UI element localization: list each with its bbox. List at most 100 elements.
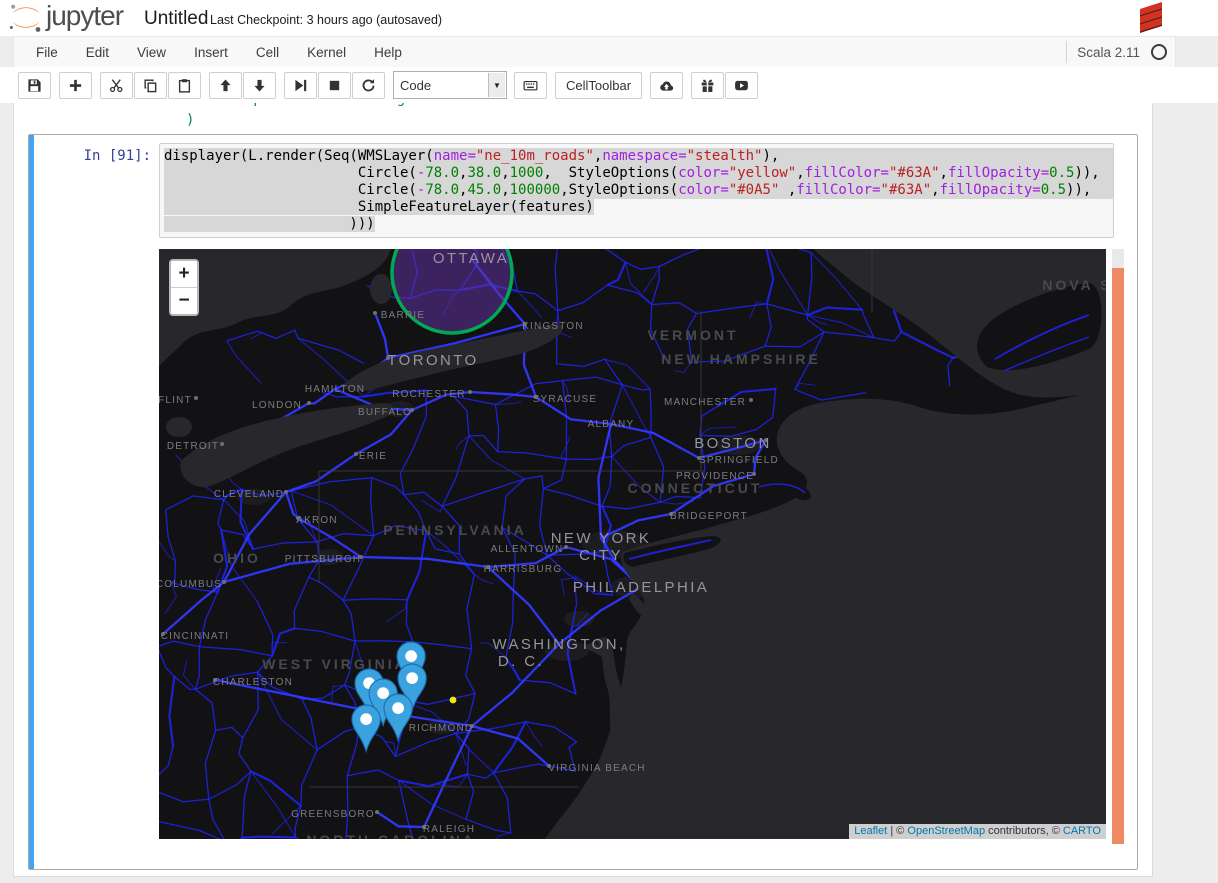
toolbar-group: [650, 72, 684, 99]
cell-output-row: OTTAWABARRIEKINGSTONTORONTOHAMILTONLONDO…: [29, 249, 1137, 844]
menu-insert[interactable]: Insert: [180, 38, 242, 67]
paste-cells-icon: [177, 78, 192, 93]
menu-cell[interactable]: Cell: [242, 38, 293, 67]
map-label: CLEVELAND: [214, 489, 284, 500]
map-label: GREENSBORO: [291, 809, 375, 820]
cell-type-select[interactable]: Code ▼: [393, 71, 507, 99]
output-scrollbar: [1112, 249, 1124, 844]
checkpoint-status: Last Checkpoint: 3 hours ago (autosaved): [210, 13, 442, 27]
map-label: CHARLESTON: [213, 677, 293, 688]
attribution-text: | ©: [887, 825, 907, 837]
toolbar-group: [691, 72, 759, 99]
map-label: RICHMOND: [409, 723, 474, 734]
map-label: SPRINGFIELD: [699, 455, 779, 466]
copy-cells-button[interactable]: [134, 72, 167, 99]
map-label: BARRIE: [381, 310, 425, 321]
selected-code-cell[interactable]: In [91]: displayer(L.render(Seq(WMSLayer…: [28, 134, 1138, 870]
map-label: ALLENTOWN: [491, 544, 564, 555]
map-label: NORTH CAROLINA: [306, 832, 476, 839]
menu-help[interactable]: Help: [360, 38, 416, 67]
toolbar-group: [209, 72, 277, 99]
map-label: PHILADELPHIA: [573, 579, 709, 596]
paste-cells-button[interactable]: [168, 72, 201, 99]
leaflet-map[interactable]: OTTAWABARRIEKINGSTONTORONTOHAMILTONLONDO…: [159, 249, 1106, 839]
previous-cell-output: ScalaSimpleFeature:catalog:7001221756828…: [14, 103, 1152, 134]
cell-type-value: Code: [394, 78, 431, 93]
zoom-out-button[interactable]: −: [171, 288, 197, 314]
code-line: SimpleFeatureLayer(features): [164, 199, 1113, 216]
cell-input-row: In [91]: displayer(L.render(Seq(WMSLayer…: [29, 135, 1137, 238]
map-label: ERIE: [359, 451, 387, 462]
cut-cells-button[interactable]: [100, 72, 133, 99]
notebook-title[interactable]: Untitled: [144, 8, 208, 30]
map-label: DETROIT: [167, 441, 219, 452]
chevron-down-icon[interactable]: ▼: [488, 73, 505, 97]
code-editor[interactable]: displayer(L.render(Seq(WMSLayer(name="ne…: [159, 143, 1114, 238]
move-cell-down-icon: [252, 78, 267, 93]
toolbar-group: CellToolbar: [555, 72, 643, 99]
gift-icon: [700, 78, 715, 93]
zoom-in-button[interactable]: +: [171, 261, 197, 288]
map-label: PENNSYLVANIA: [383, 522, 527, 538]
move-cell-up-button[interactable]: [209, 72, 242, 99]
code-line: ))): [164, 216, 1113, 233]
cloud-upload-icon: [659, 78, 674, 93]
render-circle-small: [450, 697, 457, 704]
carto-link[interactable]: CARTO: [1063, 825, 1101, 837]
map-label: BUFFALO: [358, 407, 412, 418]
map-label: HARRISBURG: [484, 564, 563, 575]
menu-edit[interactable]: Edit: [72, 38, 123, 67]
add-cell-button[interactable]: [59, 72, 92, 99]
restart-kernel-button[interactable]: [352, 72, 385, 99]
map-label: ALBANY: [588, 419, 635, 430]
map-label: AKRON: [296, 515, 338, 526]
interrupt-kernel-button[interactable]: [318, 72, 351, 99]
map-label: COLUMBUS: [159, 579, 222, 590]
map-label: NEW HAMPSHIRE: [661, 351, 821, 367]
map-label: VIRGINIA BEACH: [548, 763, 645, 774]
menu-file[interactable]: File: [22, 38, 72, 67]
leaflet-link[interactable]: Leaflet: [854, 825, 887, 837]
menu-kernel[interactable]: Kernel: [293, 38, 360, 67]
save-icon: [27, 78, 42, 93]
toolbar-group: [18, 72, 52, 99]
toolbar: Code ▼ CellToolbar: [18, 71, 766, 99]
toolbar-group: [284, 72, 386, 99]
toolbar-group: [59, 72, 93, 99]
add-cell-icon: [68, 78, 83, 93]
keyboard-shortcuts-button[interactable]: [514, 72, 547, 99]
copy-cells-icon: [143, 78, 158, 93]
code-line: displayer(L.render(Seq(WMSLayer(name="ne…: [164, 148, 1113, 165]
map-label: LONDON: [252, 400, 302, 411]
output-scrollbar-thumb[interactable]: [1112, 268, 1124, 844]
save-button[interactable]: [18, 72, 51, 99]
move-cell-down-button[interactable]: [243, 72, 276, 99]
map-label: VERMONT: [648, 327, 739, 343]
openstreetmap-link[interactable]: OpenStreetMap: [907, 825, 985, 837]
notebook-header: jupyter Untitled Last Checkpoint: 3 hour…: [0, 0, 1218, 36]
kernel-idle-icon: [1151, 44, 1167, 60]
cell-toolbar-button[interactable]: CellToolbar: [555, 72, 642, 99]
gift-button[interactable]: [691, 72, 724, 99]
restart-kernel-icon: [361, 78, 376, 93]
video-button[interactable]: [725, 72, 758, 99]
video-icon: [734, 78, 749, 93]
code-line: Circle(-78.0,45.0,100000,StyleOptions(co…: [164, 182, 1113, 199]
clipped-output-text: ScalaSimpleFeature:catalog:7001221756828…: [186, 103, 565, 108]
menu-view[interactable]: View: [123, 38, 180, 67]
cloud-upload-button[interactable]: [650, 72, 683, 99]
map-label: CITY: [579, 547, 623, 564]
jupyter-logo-icon[interactable]: [8, 2, 44, 34]
jupyter-wordmark[interactable]: jupyter: [46, 0, 123, 32]
map-label: ROCHESTER: [392, 389, 466, 400]
map-label: PITTSBURGH: [285, 554, 361, 565]
keyboard-shortcuts-icon: [523, 78, 538, 93]
attribution-text: contributors, ©: [985, 825, 1063, 837]
map-label: BRIDGEPORT: [670, 511, 748, 522]
map-label: WEST VIRGINIA: [262, 656, 408, 672]
input-prompt: In [91]:: [34, 143, 159, 238]
notebook-area: ScalaSimpleFeature:catalog:7001221756828…: [0, 103, 1218, 883]
map-label: NOVA SC: [1042, 277, 1106, 293]
map-attribution: Leaflet | © OpenStreetMap contributors, …: [849, 824, 1106, 839]
run-cell-button[interactable]: [284, 72, 317, 99]
